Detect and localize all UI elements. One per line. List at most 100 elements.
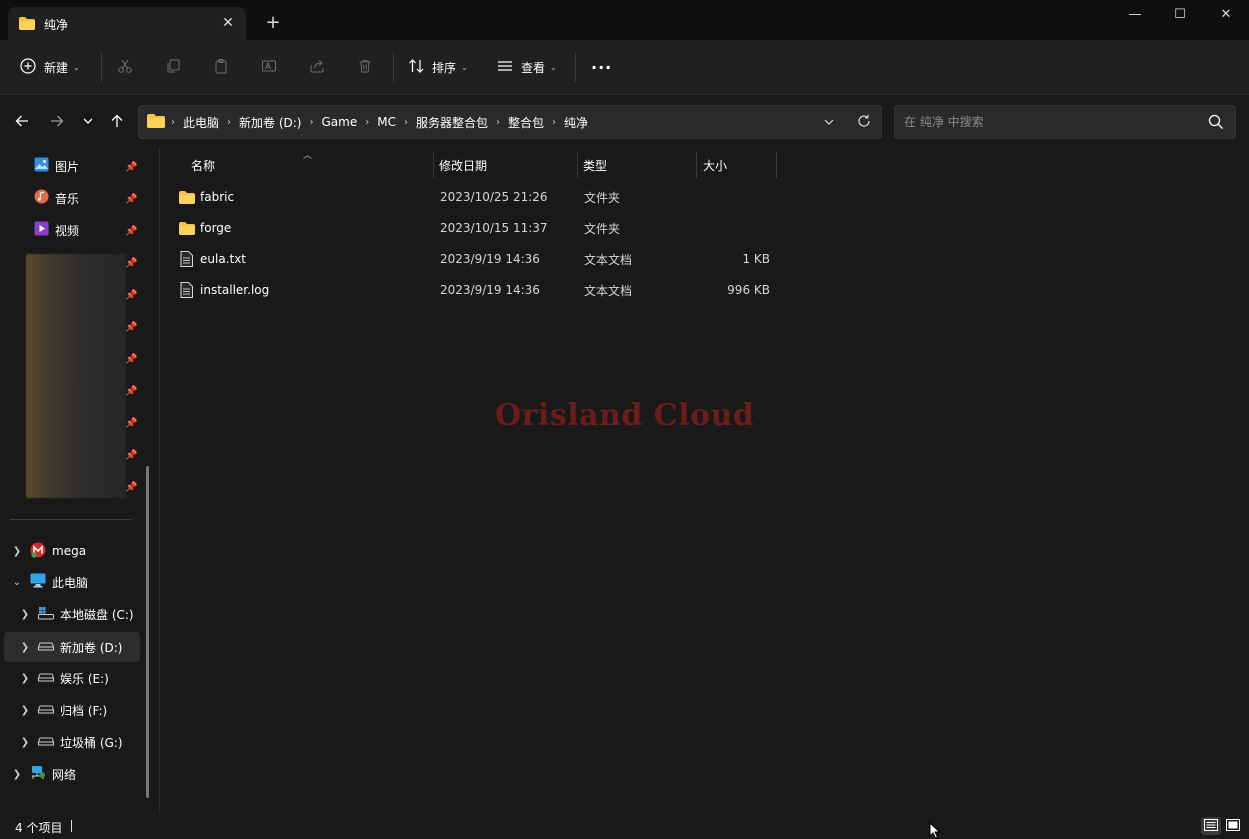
sidebar-item-videos[interactable]: 视频 [34, 216, 79, 244]
minimize-button[interactable]: — [1112, 0, 1158, 30]
chevron-right-icon[interactable]: ❯ [18, 609, 32, 620]
chevron-down-icon: ⌄ [73, 62, 80, 72]
arrow-left-icon [15, 114, 29, 131]
details-view-button[interactable] [1201, 817, 1221, 835]
column-header-modified[interactable]: 修改日期 [439, 150, 487, 180]
pin-icon[interactable]: 📌 [125, 418, 137, 430]
address-history-dropdown[interactable] [823, 116, 835, 131]
arrow-up-icon [110, 114, 124, 131]
sidebar-item-network[interactable]: ❯ 网络 [10, 760, 76, 788]
status-bar: 4 个项目 [0, 814, 1249, 839]
recent-locations-button[interactable] [77, 111, 99, 133]
sidebar-item-label: 垃圾桶 (G:) [60, 735, 123, 750]
sidebar-item-mega[interactable]: ❯ mega [10, 537, 86, 565]
sidebar-item-drive-d[interactable]: ❯ 新加卷 (D:) [18, 633, 123, 661]
file-row[interactable]: installer.log 2023/9/19 14:36 文本文档 996 K… [172, 275, 792, 305]
new-tab-button[interactable]: + [262, 13, 284, 35]
column-header-type[interactable]: 类型 [583, 150, 607, 180]
rename-button[interactable] [261, 53, 277, 81]
chevron-right-icon[interactable]: › [225, 117, 233, 128]
pin-icon[interactable]: 📌 [125, 322, 137, 334]
search-input[interactable] [904, 113, 1194, 131]
chevron-right-icon[interactable]: ❯ [18, 705, 32, 716]
close-window-button[interactable]: ✕ [1203, 0, 1249, 30]
forward-button[interactable] [46, 111, 68, 133]
sidebar-scrollbar[interactable] [146, 466, 149, 798]
chevron-right-icon[interactable]: ❯ [18, 737, 32, 748]
file-row[interactable]: eula.txt 2023/9/19 14:36 文本文档 1 KB [172, 244, 792, 274]
tab-current[interactable]: 纯净 ✕ [8, 7, 246, 40]
breadcrumb-item-current[interactable]: 纯净 [558, 114, 594, 131]
chevron-right-icon[interactable]: ❯ [10, 546, 24, 557]
sidebar-item-label: 娱乐 (E:) [60, 671, 109, 686]
more-options-button[interactable]: ··· [591, 53, 612, 81]
pin-icon[interactable]: 📌 [125, 386, 137, 398]
paste-button[interactable] [213, 53, 229, 81]
search-box[interactable] [894, 105, 1236, 139]
delete-button[interactable] [357, 53, 373, 81]
search-icon[interactable] [1208, 114, 1224, 133]
sidebar-item-pictures[interactable]: 图片 [34, 152, 79, 180]
column-resizer[interactable] [696, 152, 697, 178]
sidebar-item-drive-f[interactable]: ❯ 归档 (F:) [18, 696, 107, 724]
sidebar-item-music[interactable]: 音乐 [34, 184, 79, 212]
chevron-right-icon[interactable]: ❯ [10, 769, 24, 780]
sidebar-item-drive-e[interactable]: ❯ 娱乐 (E:) [18, 664, 109, 692]
column-header-name[interactable]: 名称 [191, 150, 215, 180]
sidebar-item-label: 音乐 [55, 191, 80, 206]
pin-icon[interactable]: 📌 [125, 354, 137, 366]
chevron-right-icon[interactable]: ❯ [18, 673, 32, 684]
command-bar: 新建 ⌄ 排序 ⌄ 查看 ⌄ ··· [0, 40, 1249, 95]
chevron-right-icon[interactable]: › [307, 117, 315, 128]
chevron-right-icon[interactable]: ❯ [18, 642, 32, 653]
back-button[interactable] [11, 111, 33, 133]
drive-icon [38, 703, 54, 717]
pin-icon[interactable]: 📌 [125, 226, 137, 238]
share-button[interactable] [309, 53, 325, 81]
view-button[interactable]: 查看 ⌄ [497, 53, 557, 81]
chevron-down-icon[interactable]: ⌄ [10, 577, 24, 588]
sort-button[interactable]: 排序 ⌄ [408, 53, 468, 81]
file-row[interactable]: forge 2023/10/15 11:37 文件夹 [172, 213, 792, 243]
sidebar-item-drive-c[interactable]: ❯ 本地磁盘 (C:) [18, 600, 134, 628]
pin-icon[interactable]: 📌 [125, 258, 137, 270]
sidebar-divider [10, 519, 132, 520]
column-resizer[interactable] [577, 152, 578, 178]
breadcrumb-item[interactable]: 新加卷 (D:) [233, 114, 307, 131]
chevron-right-icon[interactable]: › [494, 117, 502, 128]
tiles-view-button[interactable] [1223, 817, 1243, 835]
chevron-right-icon[interactable]: › [550, 117, 558, 128]
file-name: eula.txt [200, 252, 247, 266]
chevron-right-icon[interactable]: › [402, 117, 410, 128]
cut-button[interactable] [117, 53, 133, 81]
chevron-right-icon[interactable]: › [363, 117, 371, 128]
sidebar-item-drive-g[interactable]: ❯ 垃圾桶 (G:) [18, 728, 123, 756]
pin-icon[interactable]: 📌 [125, 290, 137, 302]
pictures-icon [34, 157, 49, 175]
column-resizer[interactable] [776, 152, 777, 178]
address-bar[interactable]: › 此电脑 › 新加卷 (D:) › Game › MC › 服务器整合包 › … [138, 105, 882, 139]
pin-icon[interactable]: 📌 [125, 482, 137, 494]
navigation-bar: › 此电脑 › 新加卷 (D:) › Game › MC › 服务器整合包 › … [0, 95, 1249, 148]
breadcrumb: › 此电脑 › 新加卷 (D:) › Game › MC › 服务器整合包 › … [147, 106, 594, 138]
sidebar-item-this-pc[interactable]: ⌄ 此电脑 [10, 568, 88, 596]
breadcrumb-item[interactable]: 整合包 [502, 114, 550, 131]
tab-close-button[interactable]: ✕ [218, 13, 238, 33]
column-resizer[interactable] [433, 152, 434, 178]
up-button[interactable] [106, 111, 128, 133]
pin-icon[interactable]: 📌 [125, 450, 137, 462]
maximize-button[interactable]: ☐ [1157, 0, 1203, 30]
column-header-size[interactable]: 大小 [703, 150, 727, 180]
pin-icon[interactable]: 📌 [125, 194, 137, 206]
breadcrumb-item[interactable]: Game [315, 115, 363, 129]
breadcrumb-item[interactable]: MC [371, 115, 402, 129]
breadcrumb-item[interactable]: 此电脑 [177, 114, 225, 131]
refresh-button[interactable] [857, 114, 871, 131]
breadcrumb-item[interactable]: 服务器整合包 [410, 114, 494, 131]
pin-icon[interactable]: 📌 [125, 162, 137, 174]
drive-icon [38, 735, 54, 749]
sort-label: 排序 [432, 60, 457, 75]
new-button[interactable]: 新建 ⌄ [20, 53, 80, 81]
file-row[interactable]: fabric 2023/10/25 21:26 文件夹 [172, 182, 792, 212]
copy-button[interactable] [165, 53, 181, 81]
